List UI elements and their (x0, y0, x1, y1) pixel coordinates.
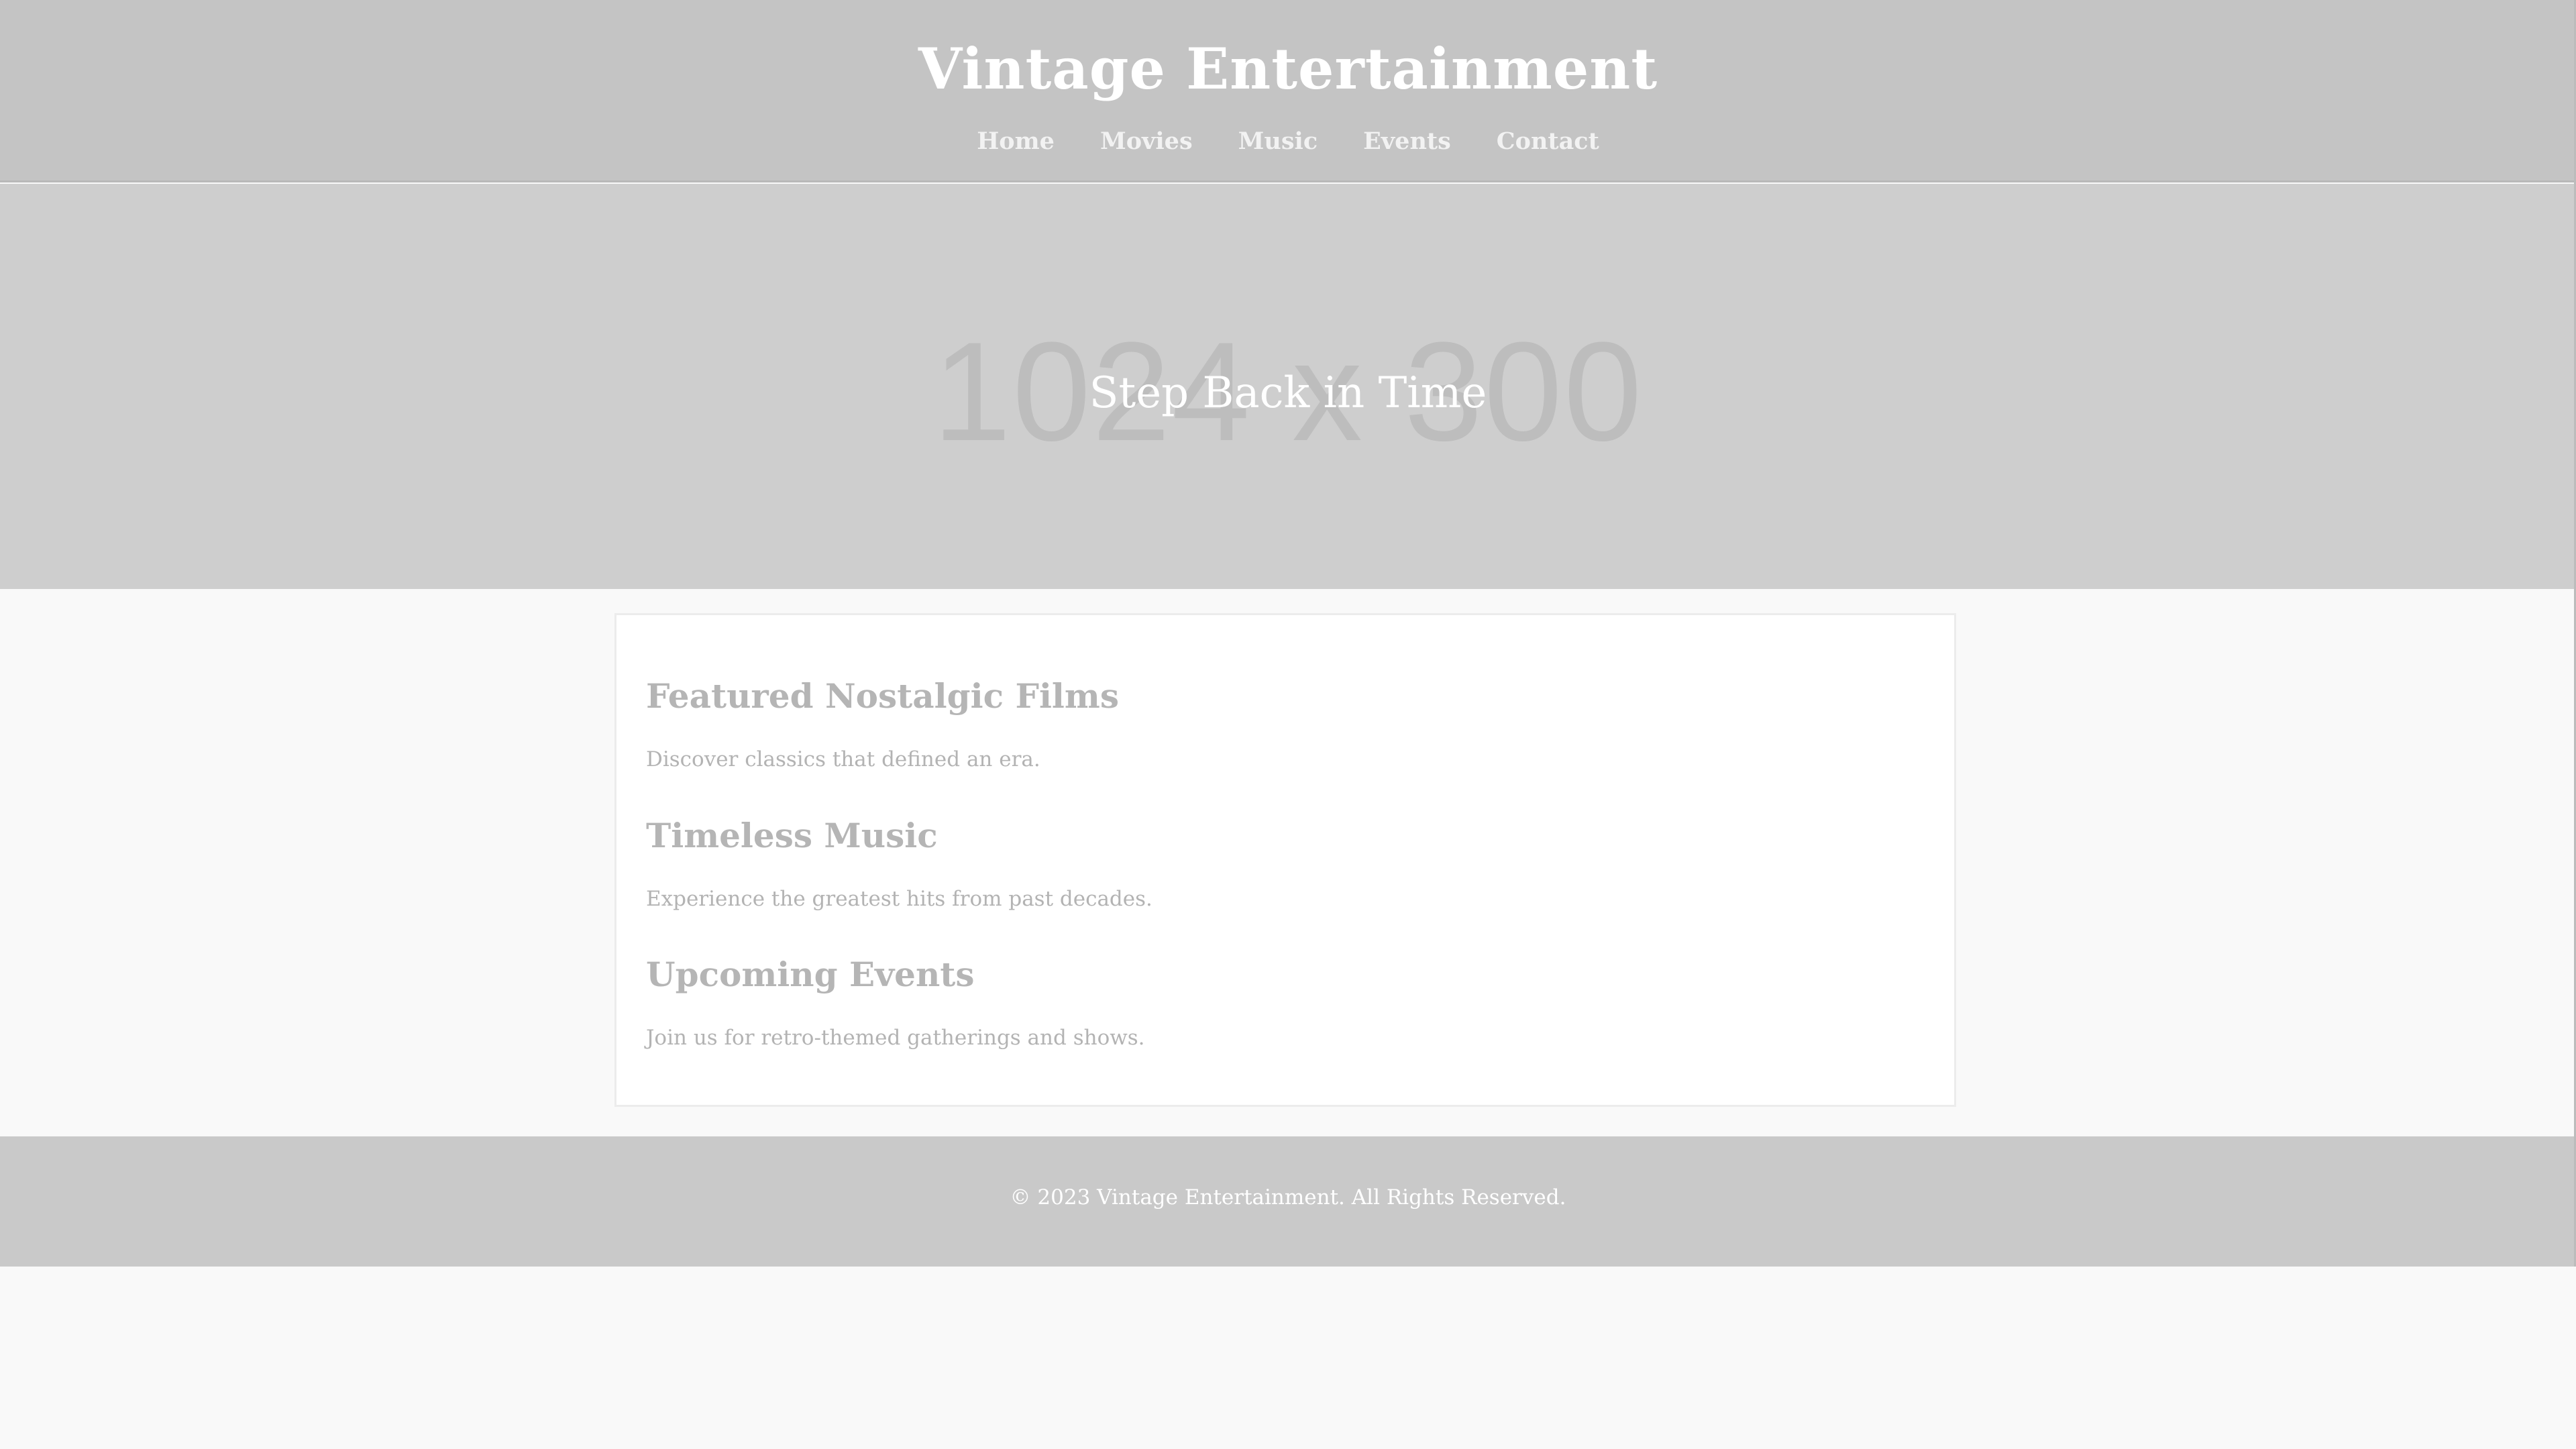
site-title: Vintage Entertainment (918, 36, 1658, 102)
nav-events-link[interactable]: Events (1363, 125, 1451, 158)
section-films: Featured Nostalgic Films Discover classi… (646, 673, 1119, 771)
hero-banner: 1024 x 300 Step Back in Time (0, 184, 2576, 589)
section-events: Upcoming Events Join us for retro-themed… (646, 951, 1145, 1050)
section-text: Join us for retro-themed gatherings and … (646, 1026, 1145, 1050)
section-heading: Timeless Music (646, 816, 938, 855)
nav-contact-link[interactable]: Contact (1497, 125, 1599, 158)
site-footer: © 2023 Vintage Entertainment. All Rights… (0, 1136, 2576, 1267)
section-text: Experience the greatest hits from past d… (646, 887, 1152, 911)
site-header: Vintage Entertainment Home Movies Music … (0, 0, 2576, 182)
hero-title: Step Back in Time (1089, 368, 1487, 418)
section-heading: Upcoming Events (646, 955, 975, 994)
footer-copyright: © 2023 Vintage Entertainment. All Rights… (1010, 1185, 1566, 1210)
section-heading: Featured Nostalgic Films (646, 676, 1119, 716)
section-text: Discover classics that defined an era. (646, 747, 1040, 771)
main-nav: Home Movies Music Events Contact (0, 125, 2576, 158)
nav-music-link[interactable]: Music (1238, 125, 1318, 158)
nav-home-link[interactable]: Home (977, 125, 1055, 158)
section-music: Timeless Music Experience the greatest h… (646, 812, 1152, 911)
nav-movies-link[interactable]: Movies (1100, 125, 1193, 158)
content-card: Featured Nostalgic Films Discover classi… (614, 613, 1956, 1107)
